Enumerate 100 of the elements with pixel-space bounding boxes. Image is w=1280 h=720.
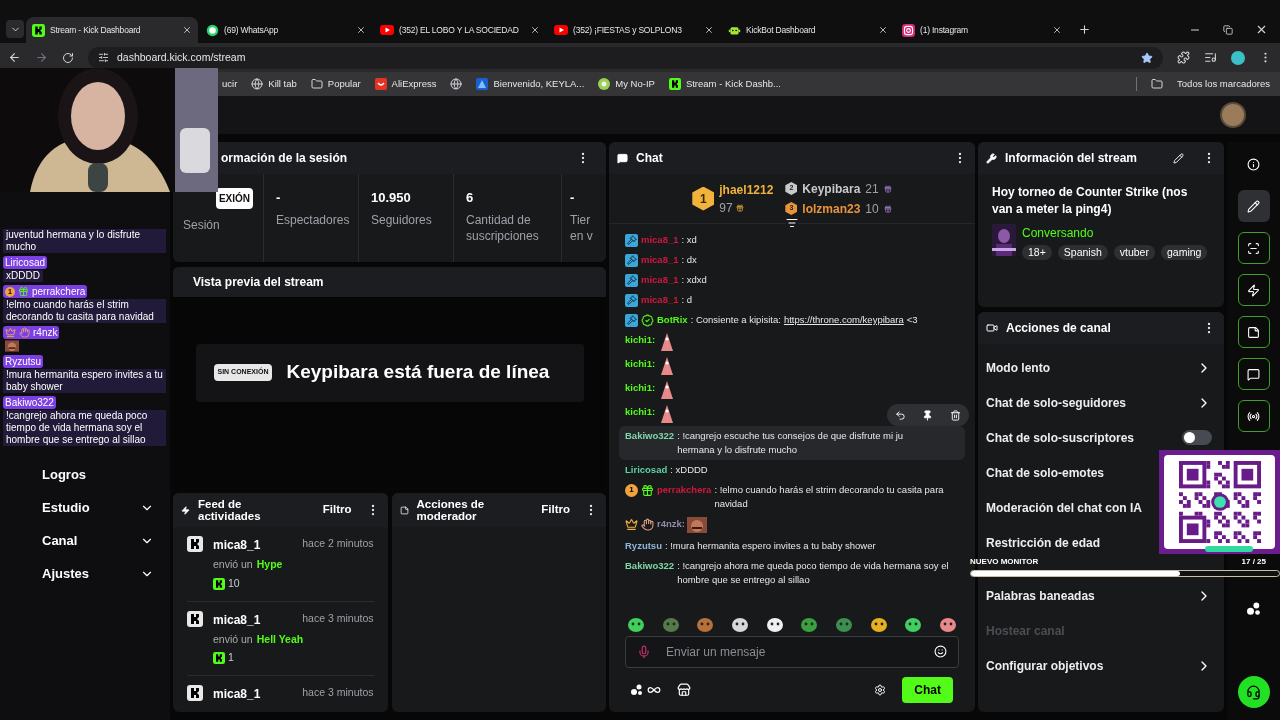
sidebar-item[interactable]: Canal <box>0 524 170 557</box>
filter-button[interactable]: Filtro <box>316 501 358 519</box>
sidebar-item[interactable]: Logros <box>0 458 170 491</box>
back-icon[interactable] <box>8 51 21 64</box>
site-settings-icon[interactable] <box>98 52 109 63</box>
chat-username[interactable]: Bakiwo322 <box>625 429 675 443</box>
dots-icon[interactable] <box>631 684 643 696</box>
bookmark-link[interactable]: My No-IP <box>615 76 655 92</box>
chat-username[interactable]: kichi1: <box>625 357 656 371</box>
menu-item[interactable]: Palabras baneadas <box>986 586 1095 605</box>
address-field[interactable]: dashboard.kick.com/stream <box>117 49 246 66</box>
browser-tab[interactable]: Stream - Kick Dashboard <box>26 17 198 43</box>
close-icon[interactable] <box>1052 25 1062 35</box>
menu-item[interactable]: Moderación del chat con IA <box>986 498 1143 517</box>
delete-icon[interactable] <box>949 409 961 421</box>
tab-search-button[interactable] <box>6 20 24 38</box>
toggle-switch[interactable] <box>1182 430 1212 445</box>
media-icon[interactable] <box>1204 51 1217 64</box>
browser-tab[interactable]: (352) ¡FIESTAS y SOLPLON3 <box>548 17 720 43</box>
highlighted-message[interactable]: Bakiwo322 : !cangrejo escuche tus consejos de que disfrute mi ju hermana y lo disfrute mucho <box>619 426 965 460</box>
forward-icon[interactable] <box>35 51 48 64</box>
bookmark-link[interactable]: Bienvenido, KEYLA... <box>493 76 585 92</box>
emote-icon[interactable] <box>730 616 749 632</box>
close-icon[interactable] <box>878 25 888 35</box>
chat-username[interactable]: kichi1: <box>625 381 656 395</box>
close-icon[interactable] <box>704 25 714 35</box>
folder-icon[interactable] <box>1151 78 1164 90</box>
chat-link[interactable]: https://throne.com/keypibara <box>783 313 904 327</box>
dots-icon[interactable] <box>1246 602 1261 616</box>
message-input[interactable]: Enviar un mensaje <box>625 636 959 668</box>
emote-icon[interactable] <box>627 616 645 632</box>
close-icon[interactable] <box>356 25 366 35</box>
browser-tab[interactable]: (69) WhatsApp <box>200 17 372 43</box>
extensions-icon[interactable] <box>1177 51 1190 64</box>
menu-item[interactable]: Modo lento <box>986 358 1050 377</box>
tag[interactable]: gaming <box>1160 245 1208 260</box>
sidebar-item[interactable]: Estudio <box>0 491 170 524</box>
close-window-icon[interactable] <box>1255 23 1268 36</box>
close-icon[interactable] <box>530 25 540 35</box>
emote-icon[interactable] <box>904 616 923 632</box>
rail-button[interactable] <box>1237 232 1270 264</box>
amount: 10 <box>228 575 240 591</box>
filter-button[interactable]: Filtro <box>535 501 576 519</box>
emote-icon[interactable] <box>765 616 784 632</box>
category-link[interactable]: Conversando <box>1022 224 1208 242</box>
microphone-icon[interactable] <box>637 645 651 659</box>
restore-icon[interactable] <box>1223 24 1233 35</box>
undo-icon[interactable] <box>895 409 907 421</box>
tag[interactable]: Spanish <box>1057 245 1108 260</box>
user-avatar[interactable] <box>1220 102 1246 128</box>
menu-item[interactable]: Restricción de edad <box>986 533 1101 552</box>
rail-button[interactable] <box>1237 190 1270 222</box>
menu-item[interactable]: Configurar objetivos <box>986 656 1104 675</box>
chat-message: <3 <box>906 313 918 327</box>
browser-tab[interactable]: KickBot Dashboard <box>722 17 894 43</box>
browser-tab[interactable]: (352) EL LOBO Y LA SOCIEDAD <box>374 17 546 43</box>
chat-username[interactable]: kichi1: <box>625 405 656 419</box>
star-icon[interactable] <box>1141 51 1153 64</box>
tag[interactable]: 18+ <box>1022 245 1052 260</box>
stream-title: Hoy torneo de Counter Strike (nos van a meter la ping4) <box>992 184 1189 218</box>
store-icon[interactable] <box>677 683 691 697</box>
support-button[interactable] <box>1237 676 1270 708</box>
sidebar-item[interactable]: Ajustes <box>0 557 170 590</box>
logo-icon <box>668 78 681 90</box>
emote-icon[interactable] <box>869 616 888 632</box>
rail-button[interactable] <box>1237 358 1270 390</box>
emote-icon[interactable] <box>938 616 957 632</box>
bookmark-link[interactable]: Kill tab <box>268 76 297 92</box>
bookmark-link[interactable]: Stream - Kick Dashb... <box>685 76 781 92</box>
chat-username[interactable]: Ryzutsu <box>625 539 662 553</box>
chat-username[interactable]: Liricosad <box>625 463 668 477</box>
chat-message: : xDDDD <box>670 463 708 477</box>
bookmark-link[interactable]: ucir <box>222 76 238 92</box>
new-tab-icon[interactable] <box>1078 23 1091 36</box>
chat-username[interactable]: r4nzk: <box>657 517 685 531</box>
menu-item[interactable]: Chat de solo-seguidores <box>986 393 1127 412</box>
rail-button[interactable] <box>1237 400 1270 432</box>
settings-icon[interactable] <box>874 684 887 696</box>
play-icon <box>380 25 394 35</box>
chat-username[interactable]: kichi1: <box>625 333 656 347</box>
pin-icon[interactable] <box>922 409 934 421</box>
edit-icon[interactable] <box>1173 152 1184 164</box>
card-title: Vista previa del stream <box>193 274 324 291</box>
bookmark-link[interactable]: Todos los marcadores <box>1177 76 1270 92</box>
menu-item[interactable]: Chat de solo-emotes <box>986 463 1105 482</box>
chat-username[interactable]: Bakiwo322 <box>625 559 675 573</box>
emoji-icon[interactable] <box>934 645 947 658</box>
tag[interactable]: vtuber <box>1113 245 1155 260</box>
chat-username[interactable]: BotRix <box>657 313 688 327</box>
bookmark-link[interactable]: Popular <box>327 76 361 92</box>
bookmark-link[interactable]: AliExpress <box>391 76 437 92</box>
menu-item[interactable]: Chat de solo-suscriptores <box>986 428 1135 447</box>
profile-avatar[interactable] <box>1231 50 1245 65</box>
browser-tab[interactable]: (1) Instagram <box>896 17 1068 43</box>
close-icon[interactable] <box>182 25 192 35</box>
reload-icon[interactable] <box>62 51 74 64</box>
monitor-count: 17 / 25 <box>1241 556 1266 568</box>
send-chat-button[interactable]: Chat <box>902 677 953 703</box>
rail-button[interactable] <box>1237 316 1270 348</box>
rail-button[interactable] <box>1237 274 1270 306</box>
